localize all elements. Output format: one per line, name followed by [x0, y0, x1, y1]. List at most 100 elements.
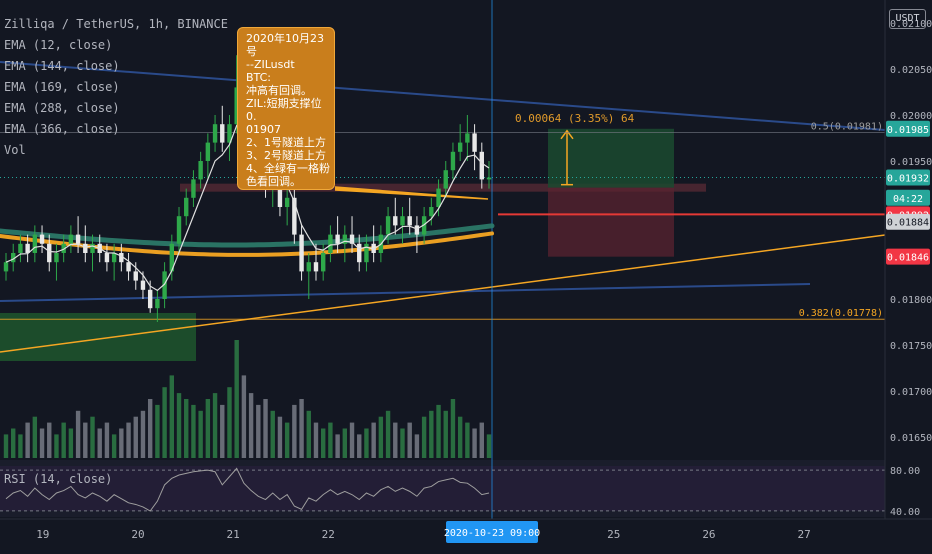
time-tick-label: 19 [36, 528, 49, 541]
candle-body [176, 216, 182, 244]
volume-bar [90, 416, 95, 458]
indicator-ema-144[interactable]: EMA (144, close) [4, 56, 228, 77]
volume-bar [328, 422, 333, 458]
candle-body [198, 161, 203, 180]
candle-body [75, 234, 81, 244]
time-tick-label: 20 [131, 528, 144, 541]
volume-bar [191, 404, 196, 458]
indicator-ema-366[interactable]: EMA (366, close) [4, 119, 228, 140]
volume-bar [83, 422, 88, 458]
indicator-vol[interactable]: Vol [4, 140, 228, 161]
candle-body [299, 234, 304, 272]
price-tick-label: 0.01650 [890, 433, 932, 444]
candle-body [306, 262, 311, 272]
candle-body [320, 253, 326, 272]
volume-bar [486, 434, 492, 458]
volume-bar [450, 399, 456, 458]
trading-chart[interactable]: 0.02100 0.02050 0.02000 0.01950 0.01800 0.017… [0, 0, 932, 550]
volume-bar [299, 399, 304, 458]
candle-body [465, 133, 470, 143]
candle-body [393, 216, 398, 226]
volume-bar [147, 399, 153, 458]
candle-body [414, 225, 420, 235]
candle-body [90, 243, 95, 253]
volume-bar [75, 410, 81, 458]
volume-bar [313, 422, 319, 458]
volume-bar [111, 434, 117, 458]
candle-body [126, 262, 131, 272]
volume-bar [378, 416, 384, 458]
candle-body [111, 253, 117, 263]
candle-body [184, 197, 189, 217]
candle-body [479, 151, 484, 180]
candle-body [328, 234, 333, 253]
candle-body [457, 142, 463, 152]
rsi-legend[interactable]: RSI (14, close) [4, 472, 112, 486]
note-line: 3、2号隧道上方 [246, 149, 326, 162]
candle-body [155, 299, 160, 309]
volume-bar [400, 428, 405, 458]
annotation-note[interactable]: 2020年10月23号 --ZILusdt BTC: 冲高有回调。 ZIL:短期… [237, 27, 335, 190]
indicator-ema-169[interactable]: EMA (169, close) [4, 77, 228, 98]
candle-body [32, 234, 38, 253]
currency-button[interactable]: USDT [889, 9, 926, 29]
volume-bar [292, 404, 297, 458]
volume-bar [18, 434, 23, 458]
note-line: BTC: [246, 71, 272, 84]
price-tick-label: 0.01700 [890, 387, 932, 398]
candle-body [54, 253, 59, 263]
note-line: ZIL:短期支撑位0. [246, 97, 322, 123]
demand-zone [0, 313, 196, 361]
volume-bar [133, 416, 138, 458]
indicator-ema-288[interactable]: EMA (288, close) [4, 98, 228, 119]
volume-bar [479, 422, 484, 458]
volume-bar [3, 434, 9, 458]
candle-body [47, 243, 52, 263]
fib-label: 0.5(0.01981) [811, 121, 883, 132]
candle-body [284, 197, 290, 207]
volume-bar [335, 434, 340, 458]
price-tick-label: 0.02050 [890, 65, 932, 76]
measure-label: 0.00064 (3.35%) 64 [515, 112, 635, 125]
volume-bar [248, 393, 254, 458]
time-tick-label: 27 [797, 528, 810, 541]
note-line: 2020年10月23号 [246, 32, 324, 58]
price-tick-label: 0.01750 [890, 341, 932, 352]
candle-body [450, 151, 456, 171]
volume-bar [306, 410, 311, 458]
volume-bar [184, 399, 189, 458]
volume-bar [429, 410, 434, 458]
fib-label: 0.382(0.01778) [799, 308, 883, 319]
price-badge-label: 0.01932 [887, 174, 929, 185]
rsi-tick-label: 40.00 [890, 507, 920, 518]
volume-bar [205, 399, 211, 458]
volume-bar [140, 410, 146, 458]
volume-bar [155, 404, 160, 458]
volume-bar [61, 422, 66, 458]
volume-bar [263, 399, 268, 458]
volume-bar [227, 387, 232, 458]
volume-bar [198, 410, 203, 458]
crosshair-time-label: 2020-10-23 09:00 [444, 528, 540, 539]
volume-bar [349, 422, 355, 458]
volume-bar [371, 422, 376, 458]
candle-body [472, 133, 477, 152]
volume-bar [270, 410, 275, 458]
volume-bar [320, 428, 326, 458]
candle-body [39, 234, 45, 244]
volume-bar [421, 416, 427, 458]
candle-body [68, 234, 74, 244]
symbol-title: Zilliqa / TetherUS, 1h, BINANCE [4, 17, 228, 31]
volume-bar [97, 428, 102, 458]
candle-body [436, 188, 441, 207]
volume-bar [457, 416, 463, 458]
candle-body [335, 234, 340, 244]
indicator-ema-12[interactable]: EMA (12, close) [4, 35, 228, 56]
volume-bar [472, 428, 477, 458]
price-badge-label: 04:22 [893, 194, 923, 205]
candle-body [407, 216, 412, 226]
candle-body [147, 289, 153, 309]
volume-bar [234, 340, 239, 458]
time-axis: 19202122242526272020-10-23 09:00 [0, 518, 932, 550]
volume-bar [414, 434, 420, 458]
